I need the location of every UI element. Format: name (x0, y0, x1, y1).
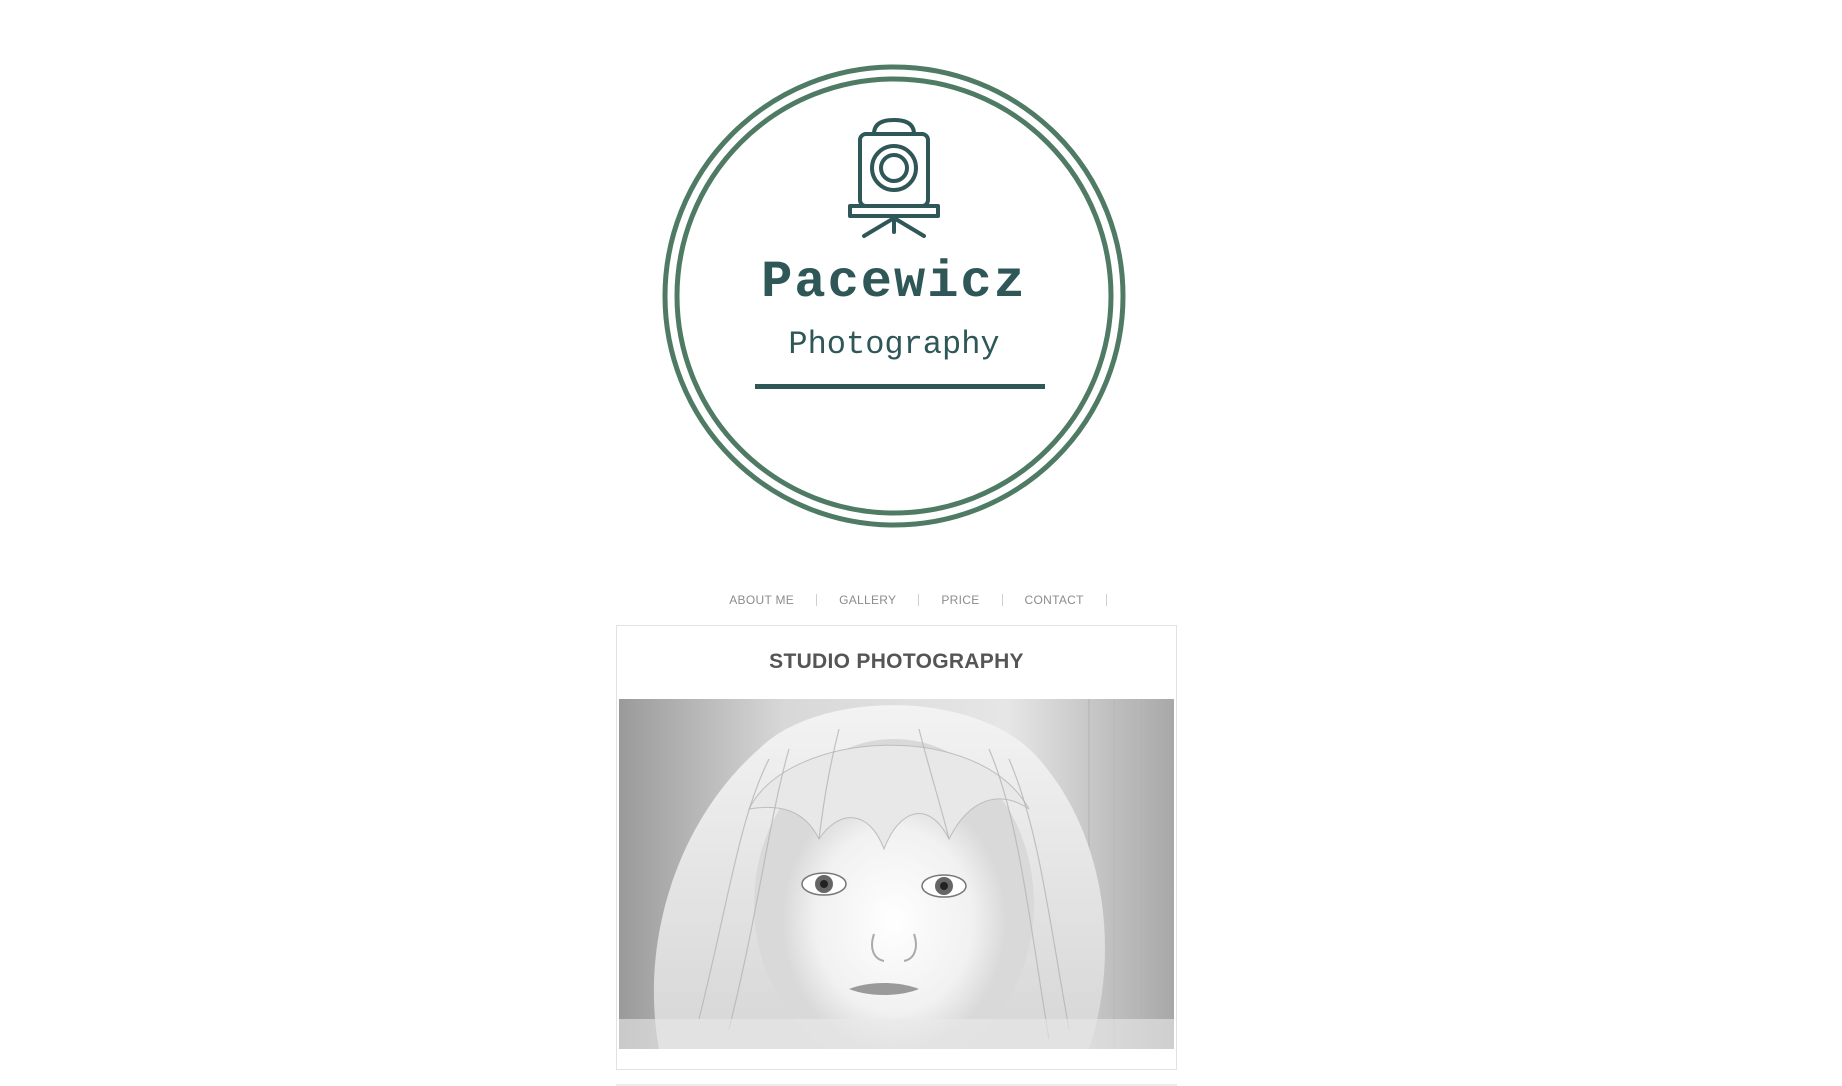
nav-item-label: CONTACT (1024, 593, 1084, 607)
studio-photography-card: STUDIO PHOTOGRAPHY (616, 625, 1177, 1070)
card-title: STUDIO PHOTOGRAPHY (769, 650, 1024, 673)
nav-item-contact[interactable]: CONTACT (1017, 593, 1121, 607)
site-logo[interactable]: Pacewicz Photography (662, 64, 1126, 528)
nav-item-label: PRICE (941, 593, 980, 607)
nav-item-label: GALLERY (839, 593, 897, 607)
nav-item-label: ABOUT ME (729, 593, 795, 607)
nav-separator (918, 594, 920, 606)
nav-item-price[interactable]: PRICE (933, 593, 1016, 607)
nav-separator (816, 594, 818, 606)
nav-separator (1001, 594, 1003, 606)
nav-separator (1105, 594, 1107, 606)
child-portrait-photo[interactable] (619, 699, 1174, 1049)
portrait-image (619, 699, 1174, 1049)
nav-item-gallery[interactable]: GALLERY (831, 593, 933, 607)
main-nav: ABOUT ME GALLERY PRICE CONTACT (0, 590, 1842, 610)
brand-name: Pacewicz (761, 253, 1027, 312)
nav-item-about-me[interactable]: ABOUT ME (721, 593, 831, 607)
brand-tagline: Photography (788, 326, 1000, 363)
camera-on-tripod-icon (848, 118, 940, 238)
